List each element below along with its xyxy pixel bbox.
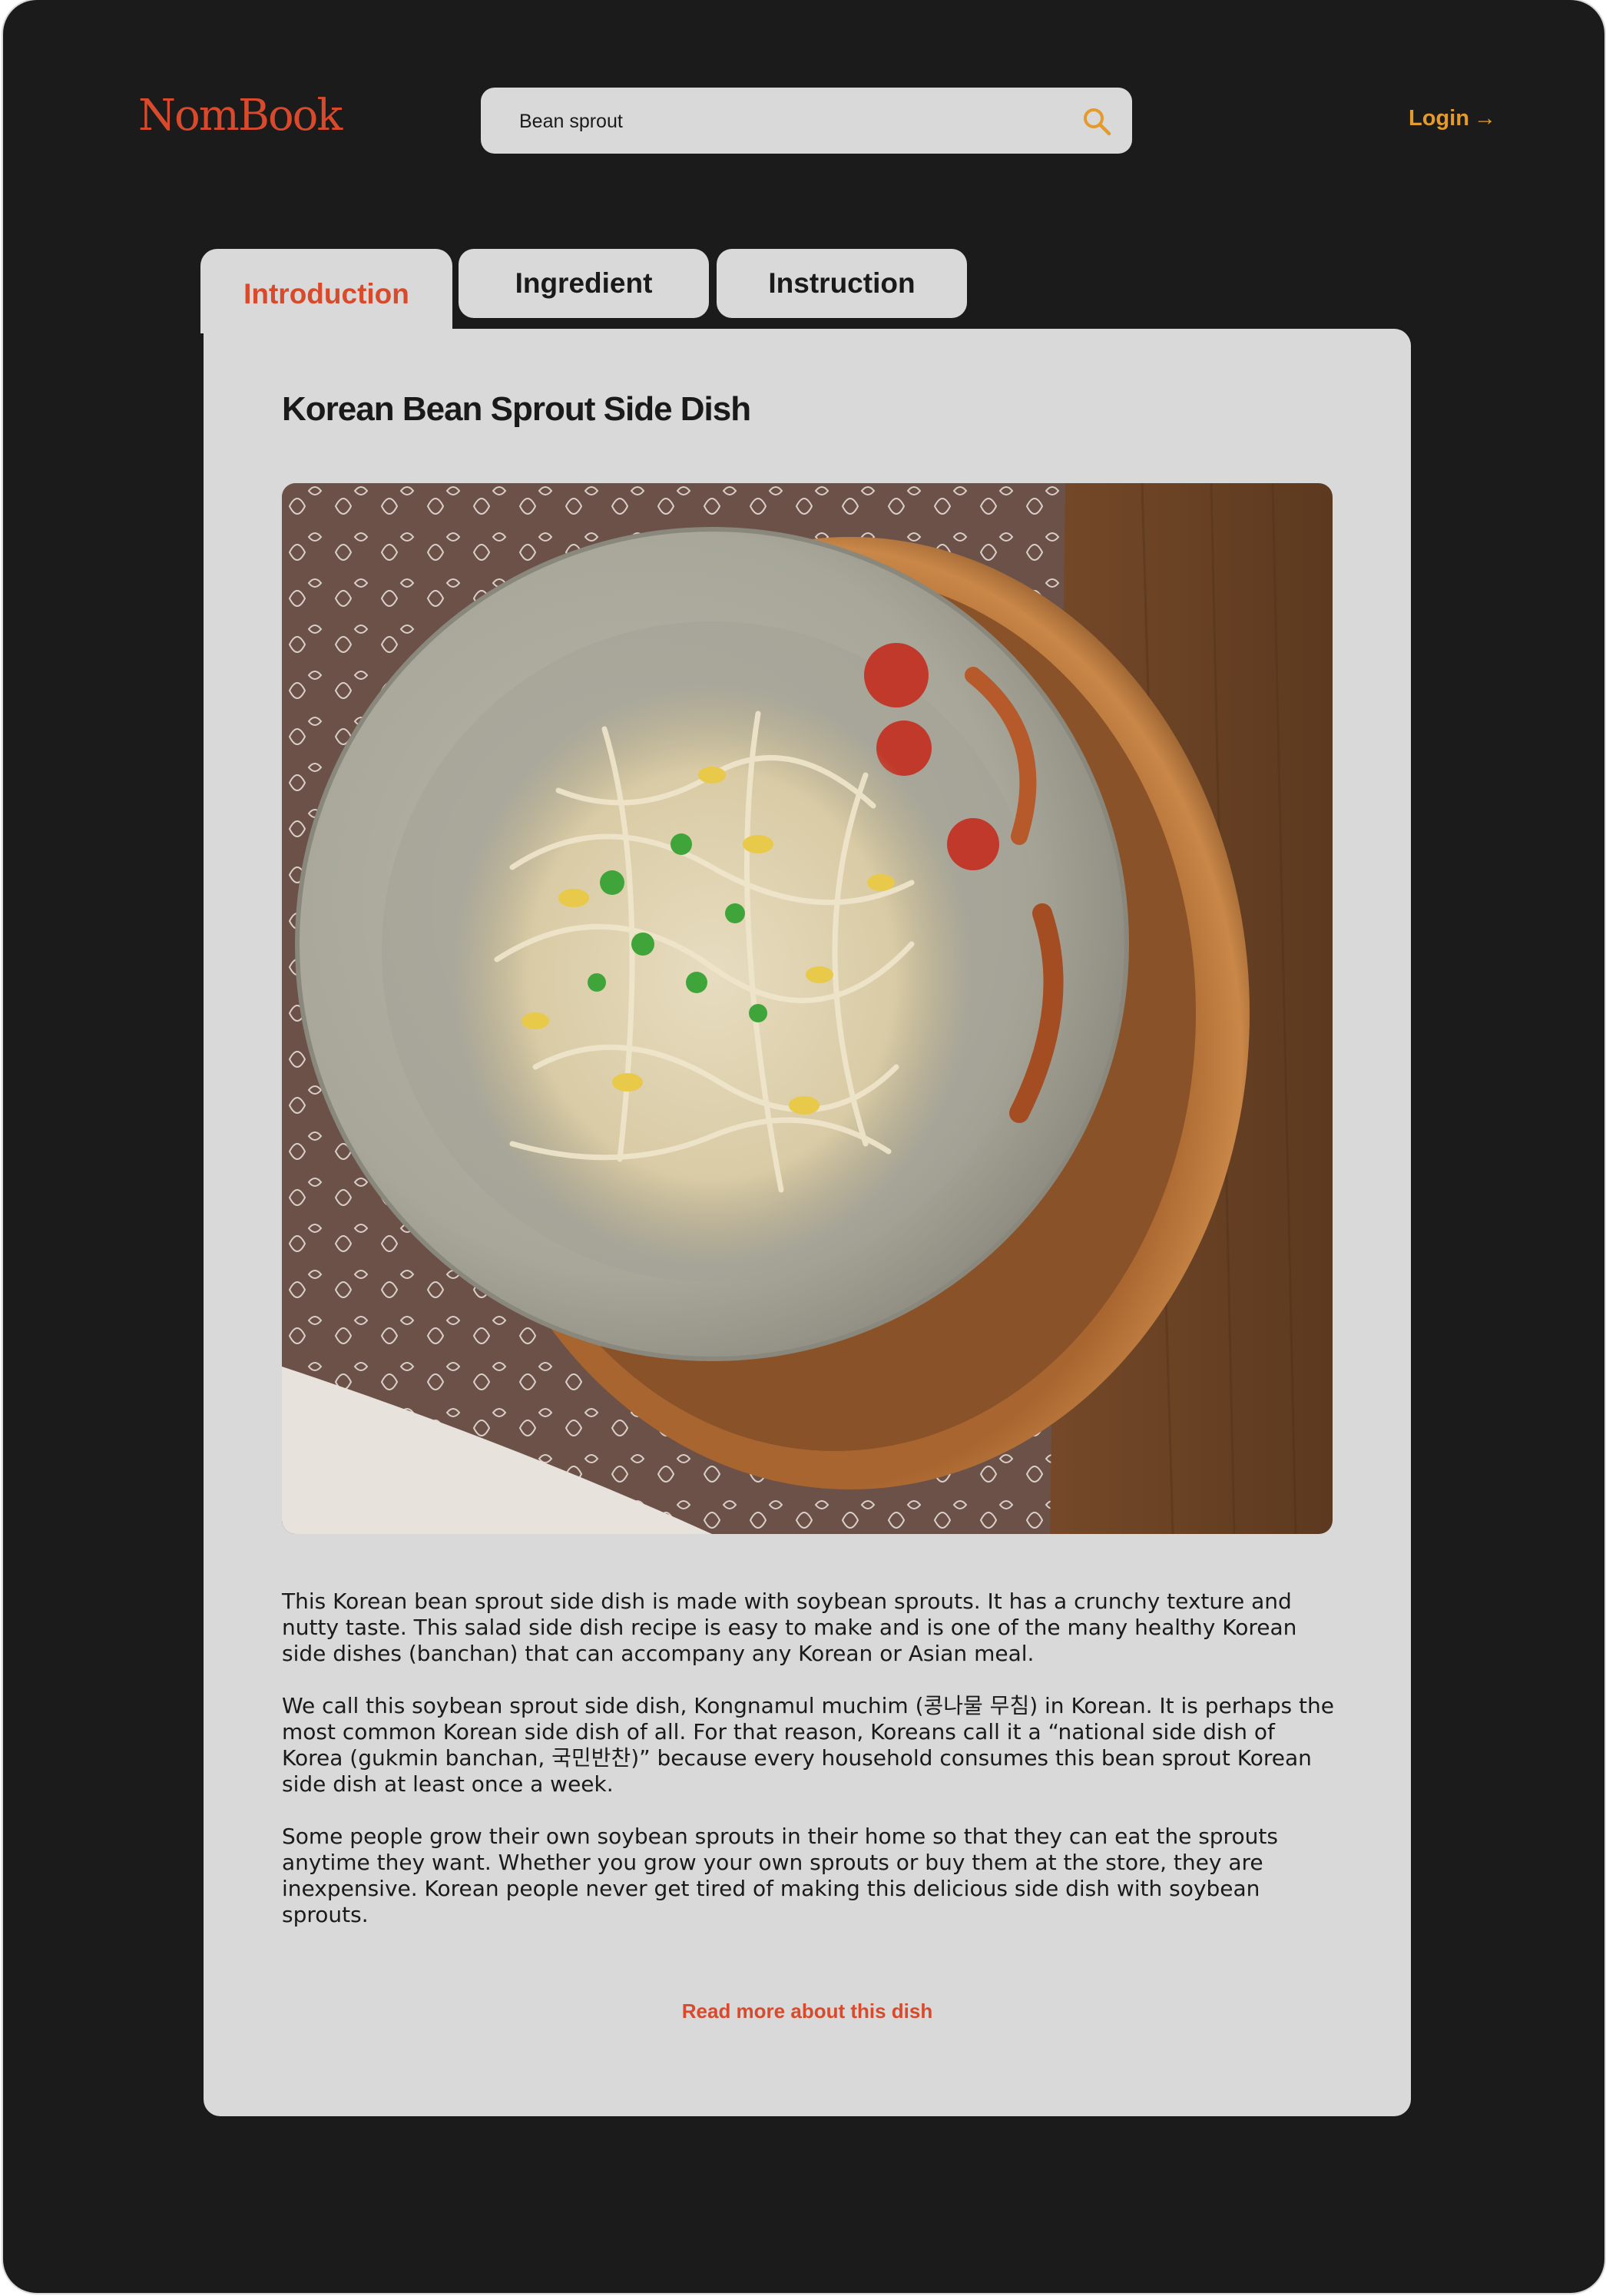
description-paragraph: This Korean bean sprout side dish is mad…: [282, 1589, 1297, 1666]
tab-ingredient[interactable]: Ingredient: [459, 249, 709, 318]
description-paragraph: We call this soybean sprout side dish, K…: [282, 1693, 1334, 1797]
tab-instruction[interactable]: Instruction: [717, 249, 967, 318]
tab-ingredient-label: Ingredient: [515, 267, 653, 299]
tab-instruction-label: Instruction: [768, 267, 916, 299]
dish-description: This Korean bean sprout side dish is mad…: [282, 1589, 1334, 1954]
search-input[interactable]: [518, 88, 1043, 155]
search-icon[interactable]: [1081, 106, 1112, 137]
search-bar[interactable]: [481, 88, 1132, 155]
description-paragraph: Some people grow their own soybean sprou…: [282, 1824, 1278, 1927]
login-link[interactable]: Login →: [1409, 106, 1496, 131]
tab-introduction[interactable]: Introduction: [200, 249, 452, 333]
dish-photo-illustration: [282, 483, 1333, 1534]
dish-photo: [282, 483, 1333, 1534]
login-label: Login: [1409, 106, 1469, 131]
tab-introduction-label: Introduction: [243, 278, 409, 310]
logo[interactable]: NomBook: [138, 91, 343, 141]
read-more-link[interactable]: Read more about this dish: [204, 1999, 1411, 2023]
arrow-right-icon: →: [1473, 106, 1496, 131]
dish-title: Korean Bean Sprout Side Dish: [282, 390, 751, 428]
app-frame: NomBook Login→ Introduction Ingredient I…: [3, 0, 1604, 2293]
content-card: Korean Bean Sprout Side Dish This Korean…: [204, 329, 1411, 2116]
